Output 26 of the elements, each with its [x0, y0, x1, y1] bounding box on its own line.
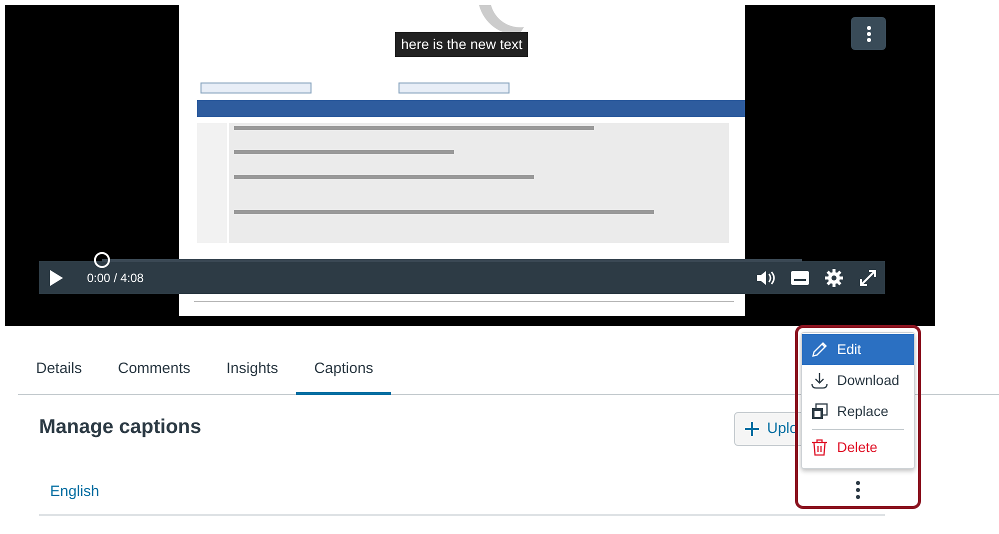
fullscreen-icon — [859, 268, 877, 286]
download-icon — [811, 372, 828, 389]
kebab-icon — [866, 26, 870, 42]
caption-language-link[interactable]: English — [50, 481, 100, 504]
tab[interactable]: Comments — [100, 350, 208, 394]
tab[interactable]: Details — [18, 350, 100, 394]
tab[interactable]: Captions — [296, 350, 392, 394]
caption-text: here is the new text — [395, 32, 528, 57]
tab[interactable]: Insights — [208, 350, 296, 394]
scrubber-handle[interactable] — [94, 252, 110, 268]
pencil-icon — [811, 341, 828, 358]
settings-icon — [825, 268, 843, 286]
menu-item[interactable]: Edit — [802, 334, 914, 365]
section-heading: Manage captions — [39, 415, 202, 439]
kebab-icon — [856, 481, 860, 499]
menu-item[interactable]: Download — [802, 365, 914, 396]
plus-icon — [745, 422, 759, 436]
subtitles-icon — [791, 270, 809, 286]
play-icon — [49, 270, 63, 286]
trash-icon — [811, 439, 828, 456]
copy-icon — [811, 403, 828, 420]
more-options-button[interactable] — [851, 17, 886, 50]
time-display: 0:00 / 4:08 — [87, 270, 144, 286]
menu-item[interactable]: Replace — [802, 396, 914, 427]
menu-item[interactable]: Delete — [802, 432, 914, 463]
volume-icon — [757, 270, 775, 286]
